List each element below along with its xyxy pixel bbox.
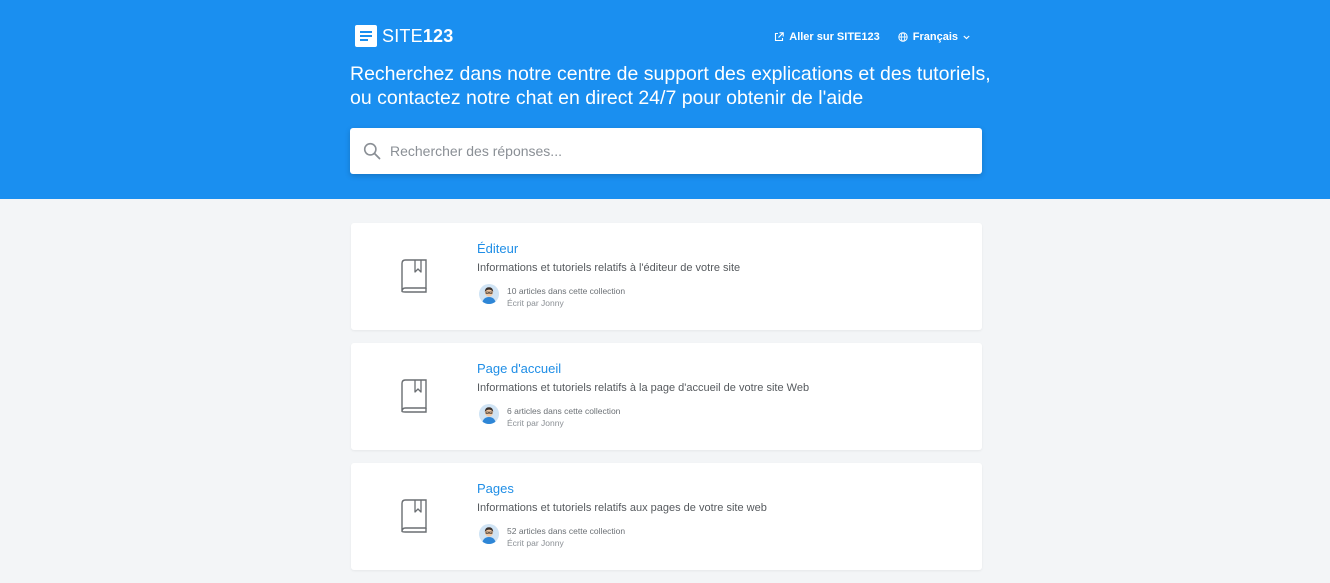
- logo-text-site: SITE: [382, 25, 423, 46]
- collection-description: Informations et tutoriels relatifs aux p…: [477, 502, 767, 514]
- collection-card-pages[interactable]: Pages Informations et tutoriels relatifs…: [351, 463, 982, 570]
- collection-title[interactable]: Pages: [477, 481, 514, 496]
- go-to-site-link[interactable]: Aller sur SITE123: [774, 31, 880, 43]
- headline-line-1: Recherchez dans notre centre de support …: [350, 63, 991, 85]
- hero-header: SITE123 Aller sur SITE123 Français Reche…: [0, 0, 1330, 199]
- collection-title[interactable]: Page d'accueil: [477, 361, 561, 376]
- headline-line-2: ou contactez notre chat en direct 24/7 p…: [350, 87, 864, 109]
- top-nav: Aller sur SITE123 Français: [774, 31, 975, 43]
- logo-text: SITE123: [382, 26, 453, 47]
- globe-icon: [898, 32, 908, 42]
- language-selector[interactable]: Français: [898, 31, 975, 43]
- book-icon: [401, 259, 427, 293]
- collection-description: Informations et tutoriels relatifs à la …: [477, 382, 810, 394]
- go-to-site-label: Aller sur SITE123: [789, 31, 880, 43]
- avatar: [479, 284, 499, 304]
- article-count: 6 articles dans cette collection: [507, 406, 621, 416]
- avatar: [479, 404, 499, 424]
- page-headline: Recherchez dans notre centre de support …: [350, 62, 1010, 110]
- language-label: Français: [912, 31, 958, 43]
- chevron-down-icon: [963, 35, 970, 39]
- book-icon: [401, 499, 427, 533]
- article-count: 52 articles dans cette collection: [507, 526, 626, 536]
- collection-description: Informations et tutoriels relatifs à l'é…: [477, 262, 741, 274]
- article-count: 10 articles dans cette collection: [507, 286, 626, 296]
- book-icon: [401, 379, 427, 413]
- logo-text-num: 123: [422, 25, 454, 46]
- site123-logo-icon: [355, 25, 377, 47]
- site-logo[interactable]: SITE123: [355, 24, 453, 48]
- search-box: [350, 128, 982, 174]
- avatar: [479, 524, 499, 544]
- collection-card-editeur[interactable]: Éditeur Informations et tutoriels relati…: [351, 223, 982, 330]
- external-link-icon: [775, 32, 784, 42]
- author-line: Écrit par Jonny: [507, 298, 564, 308]
- collections-list: Éditeur Informations et tutoriels relati…: [351, 223, 982, 583]
- author-line: Écrit par Jonny: [507, 418, 564, 428]
- collection-card-page-accueil[interactable]: Page d'accueil Informations et tutoriels…: [351, 343, 982, 450]
- collection-title[interactable]: Éditeur: [477, 241, 518, 256]
- author-line: Écrit par Jonny: [507, 538, 564, 548]
- search-icon: [363, 142, 381, 160]
- search-input[interactable]: [390, 143, 950, 159]
